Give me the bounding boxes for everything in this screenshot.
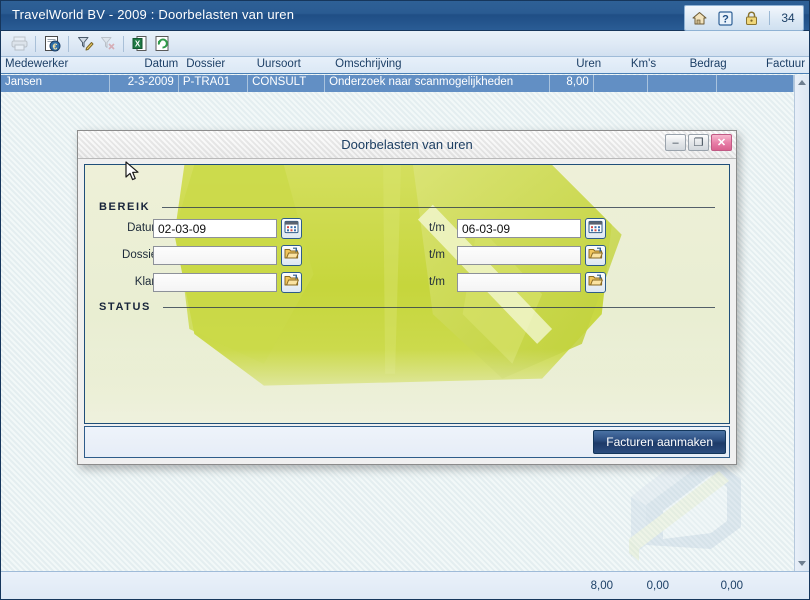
grid-header-row: Medewerker Datum Dossier Uursoort Omschrijvi… [1, 57, 809, 74]
total-bedrag: 0,00 [720, 579, 743, 592]
grid-column-header[interactable]: Km's [605, 57, 660, 73]
grid-column-header[interactable]: Datum [112, 57, 183, 73]
export-excel-button[interactable]: X [129, 33, 151, 54]
grid-cell-medewerker[interactable]: Jansen [1, 75, 110, 92]
help-icon[interactable]: ? [717, 10, 734, 27]
label-klant: Klant [134, 276, 161, 288]
system-button-group: ? 34 [684, 5, 804, 31]
dialog-footer: Facturen aanmaken [84, 426, 730, 458]
label-dossier: Dossier [122, 249, 161, 261]
edit-filter-button[interactable] [74, 33, 96, 54]
group-label-bereik: BEREIK [99, 201, 151, 213]
toolbar-separator [68, 35, 69, 52]
datum-to-label: t/m [429, 222, 445, 234]
refresh-button[interactable] [151, 33, 173, 54]
datum-to-input[interactable]: 06-03-09 [457, 219, 581, 238]
folder-open-icon [284, 273, 299, 293]
dossier-from-input[interactable] [153, 246, 277, 265]
minimize-button[interactable]: – [665, 134, 686, 151]
svg-text:?: ? [722, 13, 729, 25]
lock-icon[interactable] [743, 10, 760, 27]
klant-from-folder-open-button[interactable] [281, 272, 302, 293]
klant-to-input[interactable] [457, 273, 581, 292]
dossier-to-input[interactable] [457, 246, 581, 265]
grid-cell-km[interactable] [594, 75, 648, 92]
dialog-title: Doorbelasten van uren [341, 137, 473, 152]
close-button[interactable]: ✕ [711, 134, 732, 151]
session-counter: 34 [781, 11, 795, 25]
dossier-to-folder-open-button[interactable] [585, 245, 606, 266]
restore-button[interactable]: ❐ [688, 134, 709, 151]
svg-text:X: X [134, 39, 140, 48]
toolbar-separator [123, 35, 124, 52]
grid-cell-uren[interactable]: 8,00 [550, 75, 594, 92]
datum-from-input[interactable]: 02-03-09 [153, 219, 277, 238]
facturen-aanmaken-button[interactable]: Facturen aanmaken [593, 430, 726, 454]
doorbelasten-dialog: Doorbelasten van uren – ❐ ✕ BEREIK STATU… [77, 130, 737, 465]
folder-open-icon [588, 246, 603, 266]
calendar-icon [588, 219, 603, 239]
toolbar-separator [35, 35, 36, 52]
folder-open-icon [588, 273, 603, 293]
scroll-up-icon[interactable] [795, 75, 809, 90]
svg-text:€: € [52, 41, 57, 51]
print-button[interactable] [8, 33, 30, 54]
grid-column-header[interactable]: Uren [561, 57, 605, 73]
total-km: 0,00 [646, 579, 669, 592]
grid-vertical-scrollbar[interactable] [794, 75, 809, 571]
application-window: TravelWorld BV - 2009 : Doorbelasten van… [0, 0, 810, 600]
dialog-body: BEREIK STATUS Datum 02-03-09 t/m 06-03-09 Do… [84, 164, 730, 424]
status-bar: 8,00 0,00 0,00 [1, 571, 809, 599]
clear-filter-button[interactable] [96, 33, 118, 54]
group-rule-bereik [162, 207, 715, 208]
window-titlebar: TravelWorld BV - 2009 : Doorbelasten van… [1, 1, 809, 31]
group-rule-status [163, 307, 715, 308]
datum-from-calendar-button[interactable] [281, 218, 302, 239]
label-datum: Datum [127, 222, 161, 234]
grid-cell-factuur[interactable] [717, 75, 795, 92]
dialog-titlebar[interactable]: Doorbelasten van uren – ❐ ✕ [78, 131, 736, 159]
grid-cell-dossier[interactable]: P-TRA01 [179, 75, 249, 92]
grid-column-header[interactable]: Bedrag [660, 57, 731, 73]
scroll-down-icon[interactable] [795, 556, 809, 571]
grid-column-header[interactable]: Dossier [182, 57, 253, 73]
invoice-button[interactable]: € [41, 33, 63, 54]
grid-column-header[interactable]: Omschrijving [331, 57, 561, 73]
datum-to-calendar-button[interactable] [585, 218, 606, 239]
home-icon[interactable] [691, 10, 708, 27]
dossier-from-folder-open-button[interactable] [281, 245, 302, 266]
grid-cell-bedrag[interactable] [648, 75, 718, 92]
main-toolbar: € X [1, 31, 809, 57]
klant-from-input[interactable] [153, 273, 277, 292]
window-title: TravelWorld BV - 2009 : Doorbelasten van… [12, 7, 295, 22]
grid-cell-omschrijving[interactable]: Onderzoek naar scanmogelijkheden [325, 75, 551, 92]
grid-column-header[interactable]: Medewerker [1, 57, 112, 73]
folder-open-icon [284, 246, 299, 266]
grid-column-header[interactable]: Factuur [731, 57, 809, 73]
system-separator [769, 11, 770, 25]
grid-cell-uursoort[interactable]: CONSULT [248, 75, 326, 92]
range-form: BEREIK STATUS Datum 02-03-09 t/m 06-03-09 Do… [85, 165, 729, 423]
calendar-icon [284, 219, 299, 239]
group-label-status: STATUS [99, 301, 151, 313]
klant-to-label: t/m [429, 276, 445, 288]
grid-column-header[interactable]: Uursoort [253, 57, 331, 73]
dialog-window-buttons: – ❐ ✕ [665, 134, 732, 151]
total-uren: 8,00 [590, 579, 613, 592]
klant-to-folder-open-button[interactable] [585, 272, 606, 293]
table-row[interactable]: Jansen 2-3-2009 P-TRA01 CONSULT Onderzoek na… [1, 75, 795, 92]
grid-cell-datum[interactable]: 2-3-2009 [110, 75, 179, 92]
dossier-to-label: t/m [429, 249, 445, 261]
